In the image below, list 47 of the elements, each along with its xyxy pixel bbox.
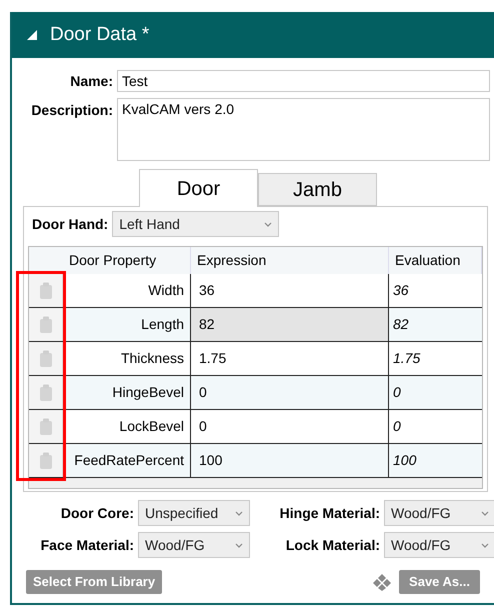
- clipboard-icon: [38, 418, 52, 436]
- table-cell[interactable]: 1.75: [191, 342, 389, 375]
- chevron-icon: [235, 510, 243, 516]
- chevron-icon: [481, 510, 489, 516]
- table-cell[interactable]: 100: [191, 444, 389, 477]
- description-field[interactable]: KvalCAM vers 2.0: [117, 98, 490, 161]
- table-cell: HingeBevel: [63, 376, 191, 409]
- collapse-triangle-icon[interactable]: [26, 29, 38, 41]
- field-label: Lock Material:: [284, 536, 381, 554]
- table-cell-text: 0: [392, 417, 402, 436]
- diamond-icon: [373, 573, 392, 591]
- dropdown[interactable]: Wood/FG: [384, 532, 494, 558]
- table-cell: Width: [63, 274, 191, 307]
- panel-title: Door Data *: [50, 22, 150, 47]
- field-label: Name:: [69, 72, 114, 90]
- field-label: Face Material:: [40, 536, 135, 554]
- tab[interactable]: Door: [139, 169, 258, 207]
- clipboard-icon: [38, 452, 52, 470]
- dropdown[interactable]: Left Hand: [112, 211, 280, 237]
- field-label: Door Hand:: [31, 214, 108, 234]
- field-label: Hinge Material:: [278, 504, 381, 523]
- table-cell[interactable]: 82: [191, 308, 389, 341]
- table-cell-text: 100: [392, 451, 418, 470]
- name-field[interactable]: Test: [117, 70, 490, 92]
- clipboard-icon: [38, 316, 52, 334]
- table-cell[interactable]: 0: [191, 410, 389, 443]
- field-label: Description:: [30, 101, 114, 120]
- table-cell-text: 36: [392, 281, 410, 300]
- table-cell-text: 0: [392, 383, 402, 402]
- table-cell[interactable]: 0: [191, 376, 389, 409]
- table-cell-text: 1.75: [392, 349, 422, 368]
- clipboard-icon: [38, 350, 52, 368]
- chevron-icon: [235, 542, 243, 548]
- clipboard-icon: [38, 282, 52, 300]
- dropdown[interactable]: Wood/FG: [138, 532, 250, 558]
- chevron-icon: [264, 222, 272, 226]
- chevron-icon: [481, 542, 489, 548]
- tab[interactable]: Jamb: [258, 173, 377, 206]
- table-cell[interactable]: 36: [191, 274, 389, 307]
- table-cell: Thickness: [63, 342, 191, 375]
- dropdown[interactable]: Wood/FG: [384, 500, 494, 526]
- dropdown[interactable]: Unspecified: [138, 500, 250, 526]
- clipboard-icon: [38, 384, 52, 402]
- field-label: Door Core:: [60, 504, 135, 522]
- table-cell-text: 82: [392, 315, 410, 334]
- table-cell: FeedRatePercent: [63, 444, 191, 477]
- table-cell: LockBevel: [63, 410, 191, 443]
